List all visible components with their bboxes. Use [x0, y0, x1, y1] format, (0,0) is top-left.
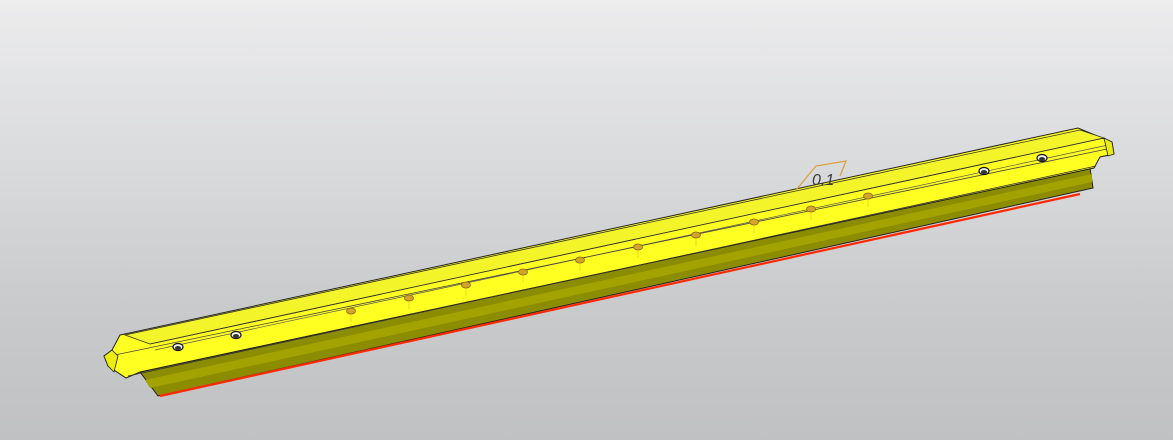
hole-icon[interactable] [749, 218, 759, 226]
hole-icon[interactable] [806, 205, 816, 213]
rail-face-line-2 [127, 165, 1097, 377]
selected-edge[interactable] [159, 192, 1081, 398]
model-canvas[interactable]: 0.1 [0, 0, 1173, 440]
rail-groove-line [149, 137, 1105, 345]
rail-bottom-face [145, 174, 1092, 388]
hole-icon[interactable] [863, 192, 873, 200]
hole-icon[interactable] [461, 281, 471, 289]
rail-upper-flange [123, 129, 1106, 345]
hole-icon[interactable] [691, 231, 701, 239]
annotation-text: 0.1 [812, 172, 834, 189]
hole-icon[interactable] [346, 307, 356, 315]
hole-icon[interactable] [518, 268, 528, 276]
hole-icon[interactable] [575, 256, 585, 264]
rail-face-line [109, 147, 1113, 357]
3d-viewport[interactable]: 0.1 [0, 0, 1173, 440]
hole-icon[interactable] [404, 294, 414, 302]
hole-icon[interactable] [633, 243, 643, 251]
